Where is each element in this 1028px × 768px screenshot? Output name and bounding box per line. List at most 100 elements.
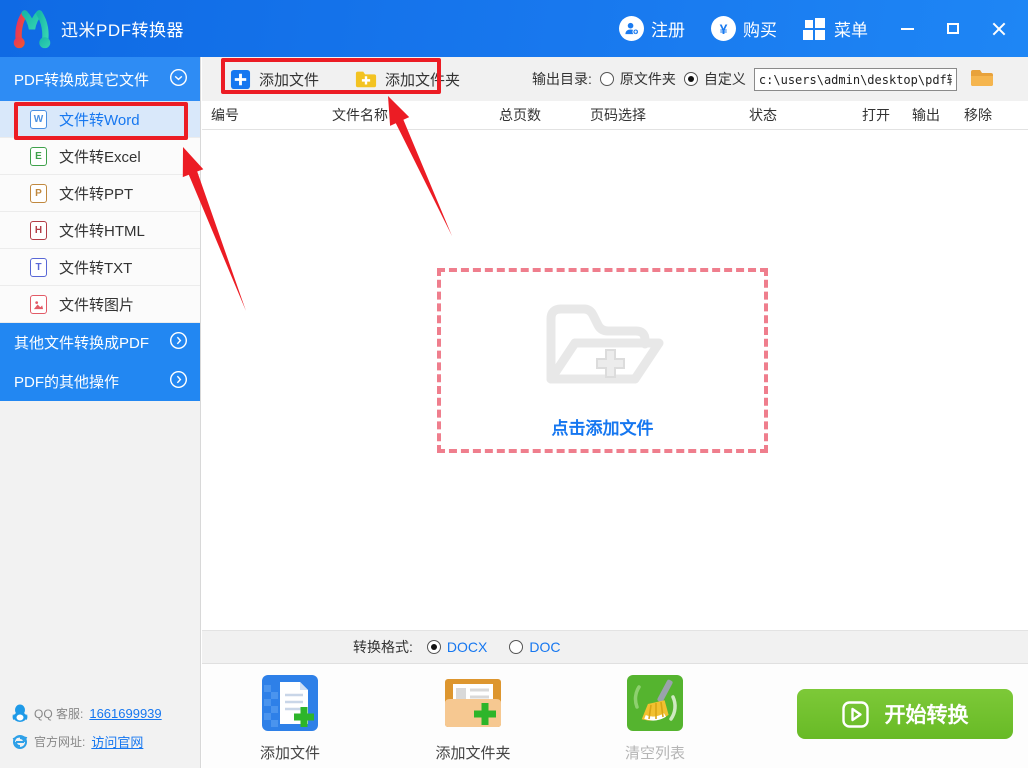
chevron-right-circle-icon — [169, 331, 188, 354]
dropzone-label: 点击添加文件 — [551, 419, 654, 438]
radio-doc[interactable]: DOC — [509, 639, 560, 655]
menu-grid-icon — [803, 17, 827, 41]
start-convert-label: 开始转换 — [884, 704, 969, 727]
sidebar-item-pdf-to-word[interactable]: W 文件转Word — [0, 101, 200, 138]
format-label: 转换格式: — [353, 639, 413, 655]
add-file-label: 添加文件 — [259, 71, 320, 89]
buy-label: 购买 — [743, 21, 777, 40]
output-directory-label: 输出目录: — [532, 71, 592, 87]
sidebar-item-label: 文件转Excel — [59, 148, 141, 166]
clear-list-button[interactable]: 清空列表 — [595, 673, 715, 763]
close-button[interactable] — [988, 18, 1010, 40]
html-file-icon: H — [30, 220, 47, 240]
sidebar-item-pdf-to-html[interactable]: H 文件转HTML — [0, 212, 200, 249]
txt-file-icon: T — [30, 257, 47, 277]
sidebar-item-label: 文件转TXT — [59, 259, 133, 277]
add-folder-icon — [355, 71, 377, 88]
sidebar-item-pdf-to-image[interactable]: 文件转图片 — [0, 286, 200, 323]
section-label: 其他文件转换成PDF — [14, 335, 150, 352]
browse-folder-button[interactable] — [969, 68, 995, 90]
maximize-button[interactable] — [942, 18, 964, 40]
column-header-number[interactable]: 编号 — [202, 105, 332, 125]
browser-e-icon — [12, 734, 28, 749]
qq-penguin-icon — [12, 704, 28, 722]
bottom-add-folder-button[interactable]: 添加文件夹 — [413, 673, 533, 763]
section-label: PDF转换成其它文件 — [14, 71, 150, 89]
official-site-label: 官方网址: — [34, 735, 86, 749]
doc-label: DOC — [529, 639, 561, 655]
app-logo-icon — [13, 9, 51, 48]
chevron-down-circle-icon — [169, 68, 188, 91]
format-row: 转换格式: DOCX DOC — [202, 630, 1028, 663]
menu-label: 菜单 — [834, 21, 868, 40]
app-window: 迅米PDF转换器 注册 ¥ 购买 菜单 PDF转换成其它文件 W 文件转Word… — [0, 0, 1028, 768]
add-folder-label: 添加文件夹 — [385, 71, 461, 89]
radio-icon — [599, 72, 614, 86]
yuan-icon: ¥ — [711, 16, 736, 41]
column-header-pages[interactable]: 总页数 — [499, 105, 590, 125]
register-label: 注册 — [651, 21, 685, 40]
start-convert-button[interactable]: 开始转换 — [797, 689, 1013, 739]
radio-docx[interactable]: DOCX — [426, 639, 488, 655]
sidebar-item-label: 文件转HTML — [59, 222, 145, 240]
column-header-output[interactable]: 输出 — [912, 105, 964, 125]
register-button[interactable]: 注册 — [619, 16, 685, 41]
file-list-area: 点击添加文件 — [202, 130, 1028, 630]
official-site-link[interactable]: 访问官网 — [91, 732, 143, 751]
qq-number-link[interactable]: 1661699939 — [89, 706, 161, 721]
add-folder-button[interactable]: 添加文件夹 — [355, 69, 460, 90]
add-file-button[interactable]: 添加文件 — [230, 69, 319, 90]
play-icon — [841, 700, 869, 728]
radio-checked-icon — [683, 72, 698, 86]
sidebar-item-pdf-to-excel[interactable]: E 文件转Excel — [0, 138, 200, 175]
add-file-big-icon — [262, 675, 318, 731]
sidebar-section-convert-from-pdf[interactable]: PDF转换成其它文件 — [0, 57, 200, 101]
chevron-right-circle-icon — [169, 370, 188, 393]
output-directory-group: 输出目录: 原文件夹 自定义 — [532, 67, 995, 91]
column-header-status[interactable]: 状态 — [749, 105, 862, 125]
excel-file-icon: E — [30, 146, 47, 166]
app-title: 迅米PDF转换器 — [61, 21, 184, 40]
register-user-icon — [619, 16, 644, 41]
radio-original-folder-label: 原文件夹 — [619, 71, 676, 87]
ppt-file-icon: P — [30, 183, 47, 203]
radio-original-folder[interactable]: 原文件夹 — [599, 69, 676, 89]
buy-button[interactable]: ¥ 购买 — [711, 16, 777, 41]
open-folder-plus-icon — [546, 304, 663, 384]
titlebar: 迅米PDF转换器 注册 ¥ 购买 菜单 — [0, 0, 1028, 57]
image-file-icon — [30, 294, 47, 314]
word-file-icon: W — [30, 109, 47, 129]
column-header-open[interactable]: 打开 — [862, 105, 912, 125]
section-label: PDF的其他操作 — [14, 374, 120, 391]
bottom-action-bar: 添加文件 添加文件夹 清空列表 开始转换 — [202, 663, 1028, 768]
sidebar-section-convert-to-pdf[interactable]: 其他文件转换成PDF — [0, 323, 200, 362]
radio-checked-icon — [426, 640, 441, 654]
docx-label: DOCX — [446, 639, 488, 655]
column-header-page-select[interactable]: 页码选择 — [590, 105, 749, 125]
maximize-icon — [947, 23, 959, 34]
radio-custom-folder[interactable]: 自定义 — [683, 69, 746, 89]
sidebar-item-pdf-to-ppt[interactable]: P 文件转PPT — [0, 175, 200, 212]
add-files-dropzone[interactable]: 点击添加文件 — [437, 268, 768, 453]
output-path-input[interactable] — [753, 67, 957, 91]
sidebar-item-label: 文件转PPT — [59, 185, 134, 203]
sidebar-section-pdf-other[interactable]: PDF的其他操作 — [0, 362, 200, 401]
sidebar-item-label: 文件转Word — [59, 111, 140, 129]
radio-icon — [509, 640, 524, 654]
column-header-filename[interactable]: 文件名称 — [332, 105, 499, 125]
minimize-button[interactable] — [896, 18, 918, 40]
file-table-header: 编号 文件名称 总页数 页码选择 状态 打开 输出 移除 — [202, 101, 1028, 130]
bottom-add-file-button[interactable]: 添加文件 — [230, 673, 350, 763]
menu-button[interactable]: 菜单 — [803, 16, 868, 41]
bottom-add-folder-label: 添加文件夹 — [435, 745, 511, 762]
clear-list-broom-icon — [627, 675, 683, 731]
sidebar-footer: QQ 客服: 1661699939 官方网址: 访问官网 — [0, 699, 200, 756]
minimize-icon — [900, 27, 914, 30]
sidebar-item-pdf-to-txt[interactable]: T 文件转TXT — [0, 249, 200, 286]
column-header-remove[interactable]: 移除 — [964, 105, 1020, 125]
bottom-add-file-label: 添加文件 — [259, 745, 320, 762]
close-icon — [992, 22, 1006, 36]
clear-list-label: 清空列表 — [624, 745, 685, 762]
qq-service-label: QQ 客服: — [34, 706, 84, 721]
add-file-icon — [230, 69, 251, 89]
